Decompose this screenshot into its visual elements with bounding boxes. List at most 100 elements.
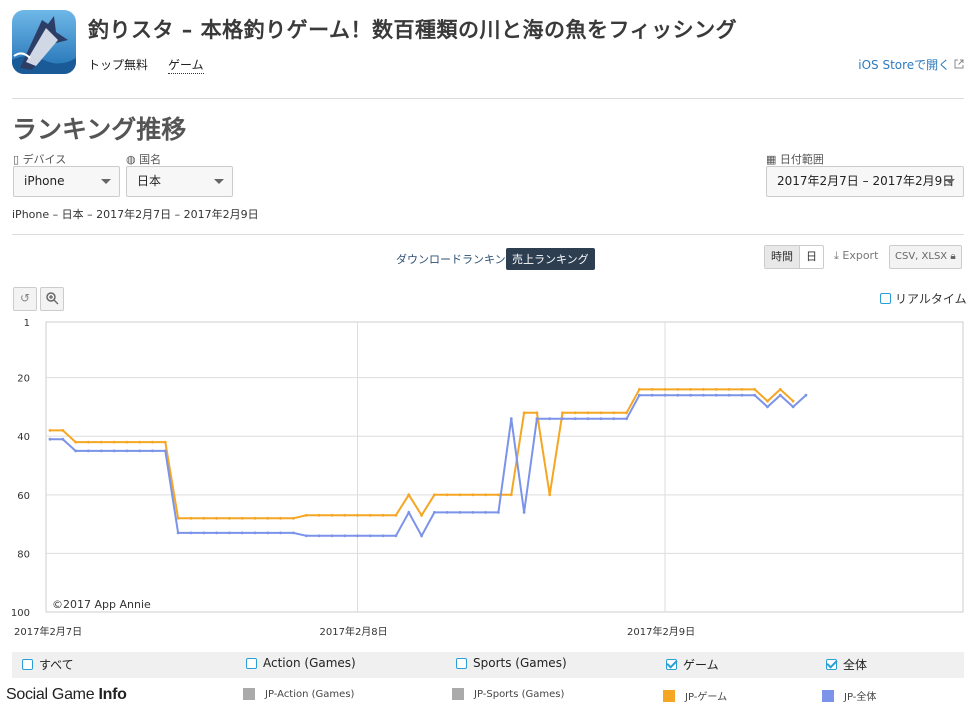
data-point	[368, 513, 372, 517]
series-legend-item[interactable]: JP-ゲーム	[663, 688, 727, 703]
series-legend-item[interactable]: JP-全体	[822, 688, 876, 703]
data-point	[522, 411, 526, 415]
series-label: JP-Action (Games)	[265, 688, 355, 700]
export-csv-xlsx-button[interactable]: CSV, XLSX 🔒︎	[889, 245, 962, 269]
export-label: ⤓ Export	[834, 249, 879, 262]
country-select-value: 日本	[137, 174, 162, 188]
country-select[interactable]: 日本	[126, 166, 233, 197]
legend-category-4[interactable]: 全体	[826, 656, 867, 673]
app-header: 釣りスタ – 本格釣りゲーム！数百種類の川と海の魚をフィッシング トップ無料 ゲ…	[12, 10, 964, 80]
series-swatch	[663, 689, 675, 702]
data-point	[791, 405, 795, 409]
data-point	[138, 440, 142, 444]
filter-divider	[12, 234, 964, 235]
data-point	[317, 534, 321, 538]
legend-category-2[interactable]: Sports (Games)	[456, 656, 567, 670]
legend-category-checkbox[interactable]	[456, 657, 467, 669]
data-point	[753, 393, 757, 397]
data-point	[189, 531, 193, 535]
data-point	[625, 417, 628, 421]
data-point	[48, 437, 52, 441]
legend-category-checkbox[interactable]	[22, 659, 33, 670]
data-point	[548, 493, 552, 497]
data-point	[99, 440, 103, 444]
device-filter-label: ▯ デバイス	[13, 153, 67, 166]
data-point	[279, 516, 282, 520]
tab-sales-ranking[interactable]: 売上ランキング	[506, 248, 595, 270]
zoom-button[interactable]	[40, 287, 64, 311]
app-meta: トップ無料 ゲーム	[88, 56, 204, 74]
hour-toggle-button[interactable]: 時間	[765, 246, 800, 268]
data-point	[228, 516, 231, 520]
data-point	[112, 449, 116, 453]
data-point	[125, 440, 129, 444]
data-point	[420, 534, 423, 538]
realtime-toggle[interactable]: リアルタイム	[880, 290, 967, 307]
data-point	[368, 534, 372, 538]
legend-category-label: ゲーム	[683, 658, 719, 672]
data-point	[663, 393, 667, 397]
legend-category-checkbox[interactable]	[826, 659, 837, 670]
data-point	[766, 405, 769, 409]
legend-category-checkbox[interactable]	[666, 659, 677, 670]
y-tick-label: 20	[17, 374, 30, 385]
legend-category-3[interactable]: ゲーム	[666, 656, 719, 673]
legend-category-1[interactable]: Action (Games)	[246, 656, 356, 670]
data-point	[702, 388, 705, 391]
chevron-down-icon	[214, 179, 224, 184]
data-point	[48, 429, 52, 432]
data-point	[343, 534, 347, 538]
day-toggle-button[interactable]: 日	[800, 246, 823, 268]
date-range-select[interactable]: 2017年2月7日 – 2017年2月9日	[766, 166, 964, 197]
data-point	[689, 388, 692, 391]
legend-category-checkbox[interactable]	[246, 657, 257, 669]
data-point	[253, 516, 257, 520]
data-point	[202, 531, 206, 535]
y-tick-label: 60	[17, 491, 30, 502]
chevron-down-icon	[945, 179, 955, 184]
legend-category-0[interactable]: すべて	[22, 656, 74, 673]
data-point	[394, 513, 398, 517]
data-point	[548, 417, 552, 421]
data-point	[151, 440, 154, 444]
external-link-icon	[954, 58, 964, 72]
data-point	[266, 516, 270, 520]
data-point	[215, 531, 219, 535]
device-select-value: iPhone	[24, 174, 65, 188]
data-point	[791, 399, 795, 403]
data-point	[612, 411, 616, 415]
data-point	[778, 393, 782, 397]
date-range-label: ▦ 日付範囲	[766, 153, 824, 166]
tab-download-ranking[interactable]: ダウンロードランキング	[390, 248, 523, 270]
data-point	[702, 393, 705, 397]
data-point	[573, 411, 577, 415]
realtime-checkbox[interactable]	[880, 293, 891, 304]
data-point	[87, 449, 90, 453]
reset-zoom-button[interactable]: ↺	[13, 287, 37, 311]
data-point	[573, 417, 577, 421]
data-point	[458, 493, 462, 497]
ranking-chart: 1 20 40 60 80 100 2017年2月7日 2017年2月8日 2017年2月9日 ©…	[11, 318, 964, 638]
data-point	[317, 513, 321, 517]
y-tick-label: 80	[17, 549, 30, 560]
watermark: Social Game Info	[6, 686, 127, 703]
series-legend-item[interactable]: JP-Sports (Games)	[452, 688, 564, 700]
data-point	[138, 449, 142, 453]
data-point	[240, 531, 244, 535]
y-tick-label: 100	[11, 608, 30, 619]
data-point	[433, 493, 436, 497]
data-point	[304, 534, 308, 538]
data-point	[163, 449, 167, 453]
ios-store-link[interactable]: iOS Storeで開く	[858, 56, 964, 73]
data-point	[125, 449, 129, 453]
data-point	[356, 534, 359, 538]
device-select[interactable]: iPhone	[13, 166, 120, 197]
data-point	[740, 388, 744, 391]
zoom-in-icon	[45, 291, 59, 308]
genre-link[interactable]: ゲーム	[168, 56, 204, 74]
series-legend-item[interactable]: JP-Action (Games)	[243, 688, 354, 700]
ios-store-link-label: iOS Storeで開く	[858, 58, 951, 72]
chart-subtitle: iPhone – 日本 – 2017年2月7日 – 2017年2月9日	[12, 208, 259, 221]
data-point	[535, 411, 539, 415]
y-tick-label: 40	[17, 432, 30, 443]
